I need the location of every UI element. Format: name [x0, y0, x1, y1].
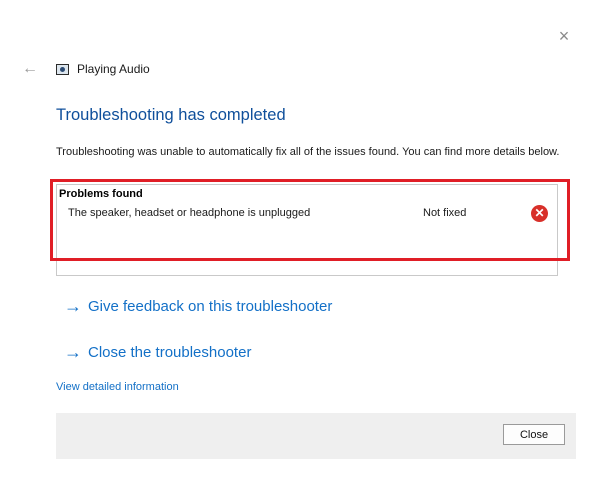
window-header: ← Playing Audio — [22, 60, 150, 78]
problems-list: Problems found The speaker, headset or h… — [56, 184, 558, 276]
arrow-right-icon: → — [64, 296, 82, 316]
back-arrow-icon[interactable]: ← — [22, 60, 42, 78]
close-troubleshooter-label: Close the troubleshooter — [88, 344, 252, 361]
close-troubleshooter-link[interactable]: → Close the troubleshooter — [64, 342, 251, 363]
window-close-icon[interactable]: × — [554, 26, 574, 46]
problem-description: The speaker, headset or headphone is unp… — [68, 207, 311, 219]
problem-row[interactable]: The speaker, headset or headphone is unp… — [57, 205, 557, 223]
problems-title: Problems found — [59, 188, 143, 200]
close-button[interactable]: Close — [503, 424, 565, 445]
arrow-right-icon: → — [64, 342, 82, 362]
problem-status: Not fixed — [423, 207, 467, 219]
view-detailed-information-link[interactable]: View detailed information — [56, 381, 179, 393]
window-title: Playing Audio — [77, 62, 150, 76]
error-icon: ✕ — [531, 205, 548, 222]
give-feedback-label: Give feedback on this troubleshooter — [88, 298, 333, 315]
give-feedback-link[interactable]: → Give feedback on this troubleshooter — [64, 296, 332, 317]
result-description: Troubleshooting was unable to automatica… — [56, 146, 560, 158]
audio-troubleshooter-icon — [56, 63, 69, 75]
page-heading: Troubleshooting has completed — [56, 106, 286, 124]
footer-bar: Close — [56, 413, 576, 459]
